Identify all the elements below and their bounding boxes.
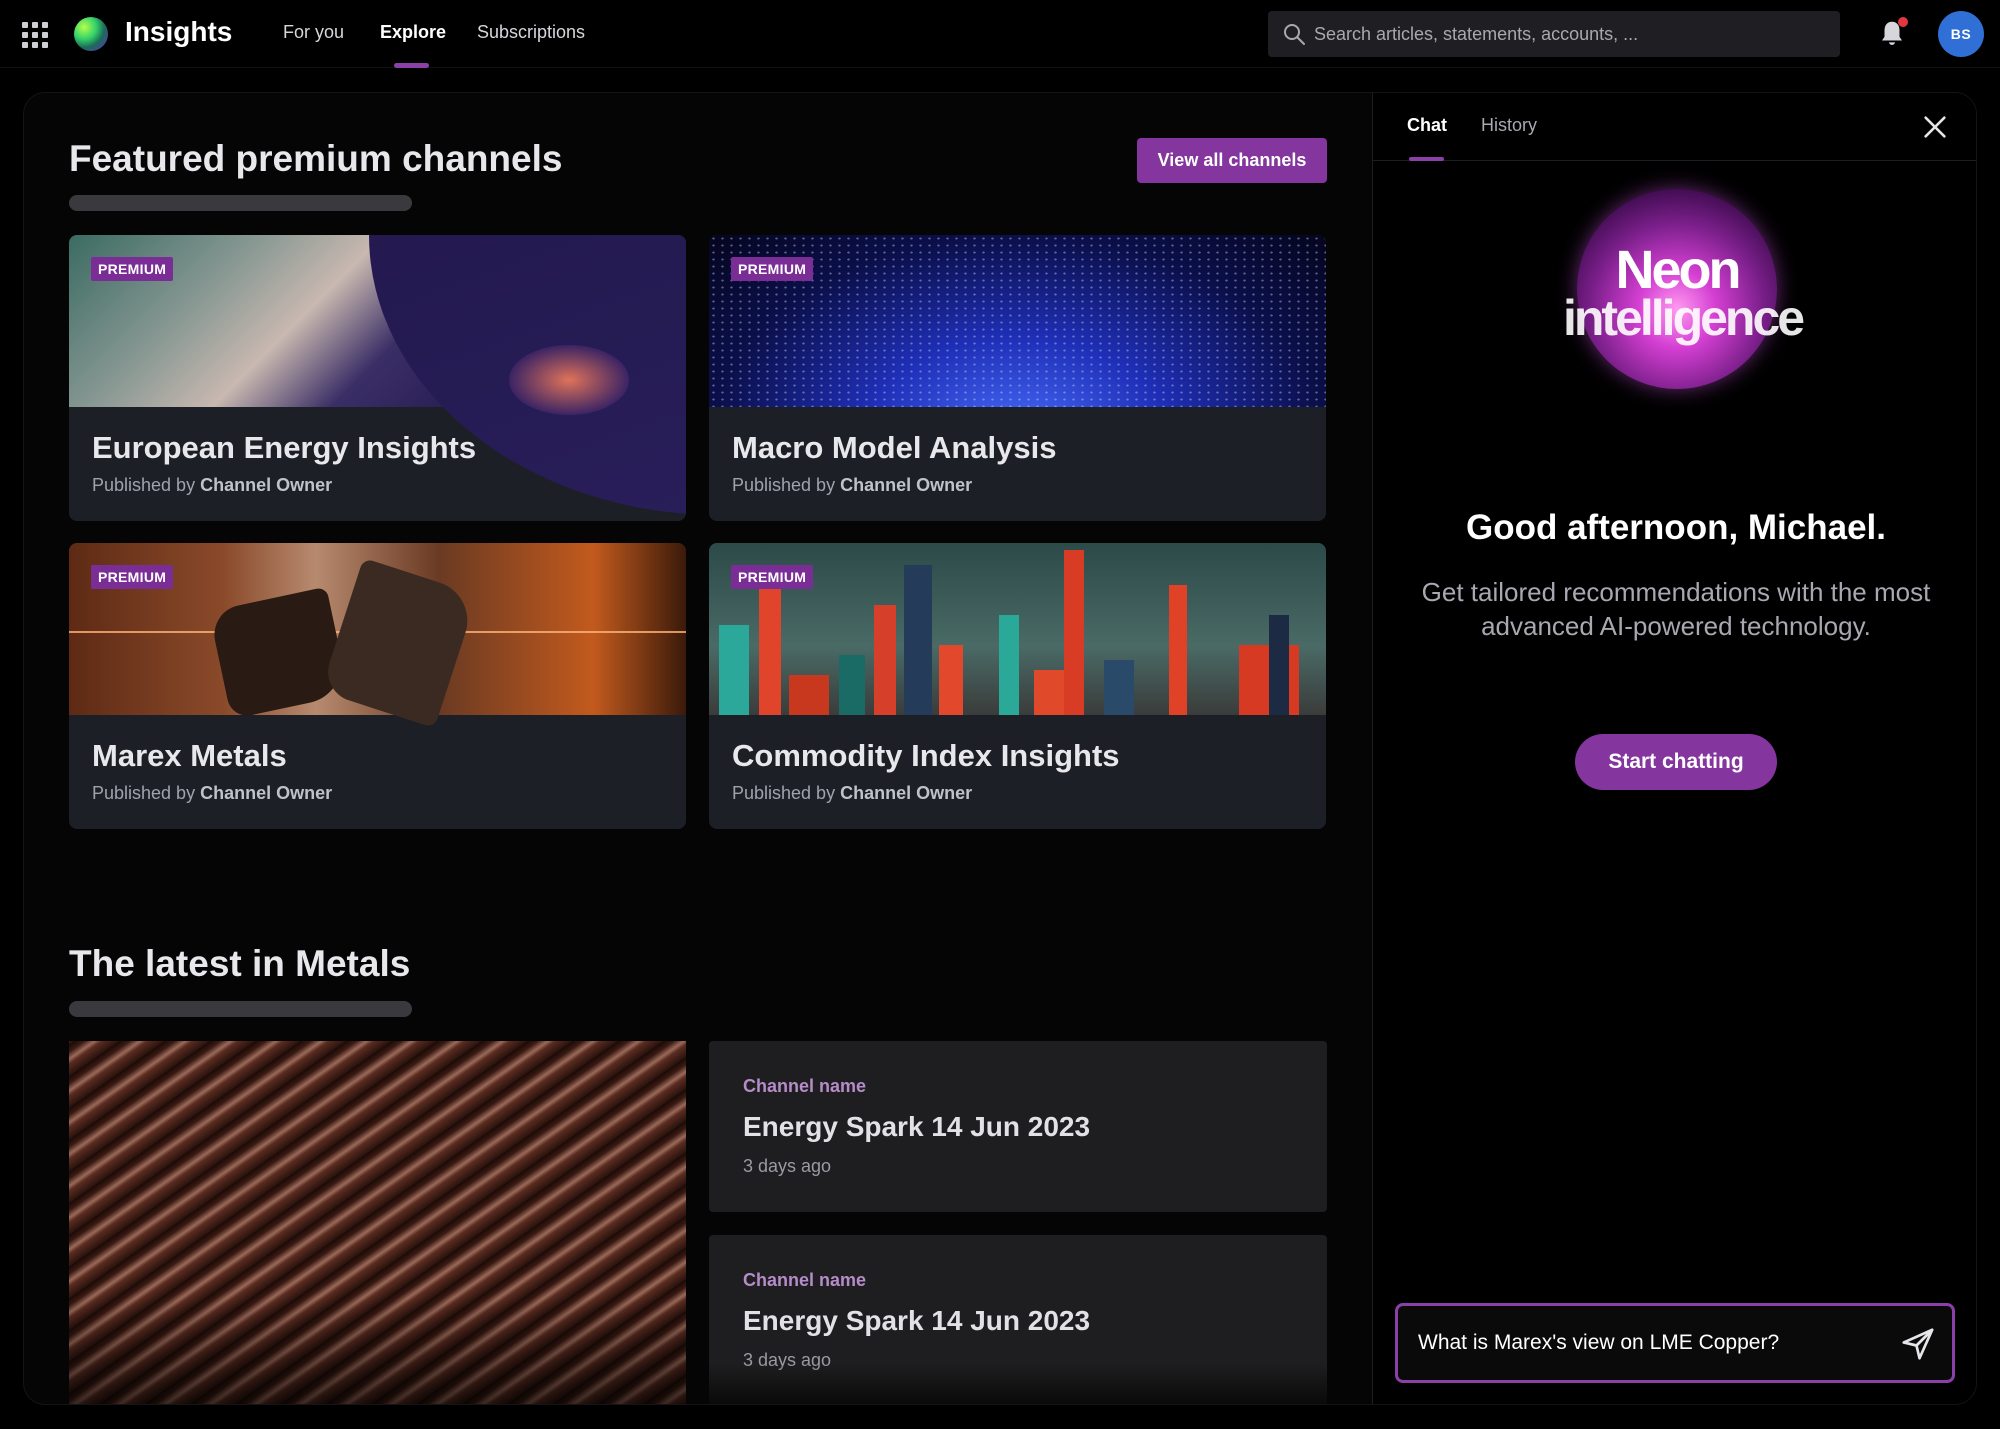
article-title[interactable]: Energy Spark 14 Jun 2023 (743, 1305, 1090, 1337)
app-grid-icon[interactable] (22, 22, 48, 48)
premium-badge: PREMIUM (91, 257, 174, 281)
user-avatar[interactable]: BS (1938, 11, 1984, 57)
notification-dot (1898, 17, 1908, 27)
channel-card-publisher: Published by Channel Owner (732, 783, 972, 804)
search-bar[interactable] (1268, 11, 1840, 57)
nav-tab-for-you[interactable]: For you (283, 22, 344, 68)
channel-card-marex-metals[interactable]: PREMIUM Marex Metals Published by Channe… (69, 543, 686, 829)
channel-card-publisher: Published by Channel Owner (92, 475, 332, 496)
search-icon (1284, 24, 1305, 45)
chat-tab-history[interactable]: History (1481, 115, 1537, 136)
explore-content: Featured premium channels View all chann… (24, 93, 1372, 1404)
premium-badge: PREMIUM (731, 565, 814, 589)
article-channel-name[interactable]: Channel name (743, 1076, 866, 1097)
article-title[interactable]: Energy Spark 14 Jun 2023 (743, 1111, 1090, 1143)
article-channel-name[interactable]: Channel name (743, 1270, 866, 1291)
channel-owner: Channel Owner (200, 783, 333, 803)
logo-text-line2: intelligence (1563, 290, 1805, 346)
search-input[interactable] (1314, 11, 1824, 57)
chat-input-box[interactable] (1395, 1303, 1955, 1383)
chat-panel: Chat History Neon intelligence Good afte… (1372, 93, 1976, 1404)
channel-card-title: Marex Metals (92, 738, 287, 773)
nav-active-indicator (394, 63, 429, 68)
article-card[interactable]: Channel name Energy Spark 14 Jun 2023 3 … (709, 1041, 1327, 1212)
featured-section-title: Featured premium channels (69, 138, 563, 179)
channel-card-european-energy[interactable]: PREMIUM European Energy Insights Publish… (69, 235, 686, 521)
channel-card-title: Macro Model Analysis (732, 430, 1057, 465)
published-by-label: Published by (92, 783, 196, 803)
published-by-label: Published by (732, 783, 836, 803)
latest-section-title: The latest in Metals (69, 943, 411, 984)
insights-logo-icon (74, 17, 108, 51)
top-bar: Insights For you Explore Subscriptions B… (0, 0, 2000, 68)
chat-tab-indicator (1409, 157, 1444, 161)
send-icon[interactable] (1900, 1326, 1936, 1362)
published-by-label: Published by (92, 475, 196, 495)
chat-input[interactable] (1418, 1306, 1888, 1380)
channel-card-commodity-index[interactable]: PREMIUM Commodity Index Insights Publish… (709, 543, 1326, 829)
start-chatting-button[interactable]: Start chatting (1575, 734, 1777, 790)
chat-tabs: Chat History (1373, 93, 1976, 161)
neon-intelligence-logo: Neon intelligence (1563, 189, 1805, 389)
channel-card-title: European Energy Insights (92, 430, 477, 465)
premium-badge: PREMIUM (91, 565, 174, 589)
channel-card-publisher: Published by Channel Owner (92, 783, 332, 804)
view-all-channels-button[interactable]: View all channels (1137, 138, 1327, 183)
close-icon[interactable] (1921, 113, 1949, 141)
chat-tagline: Get tailored recommendations with the mo… (1421, 577, 1931, 641)
channel-card-macro-model[interactable]: PREMIUM Macro Model Analysis Published b… (709, 235, 1326, 521)
article-timestamp: 3 days ago (743, 1156, 832, 1176)
main-panel: Featured premium channels View all chann… (23, 92, 1977, 1405)
channel-card-publisher: Published by Channel Owner (732, 475, 972, 496)
featured-section-bar (69, 195, 412, 211)
channel-card-title: Commodity Index Insights (732, 738, 1120, 773)
channel-owner: Channel Owner (840, 475, 973, 495)
nav-tab-subscriptions[interactable]: Subscriptions (477, 22, 585, 68)
latest-feature-image[interactable] (69, 1041, 686, 1404)
channel-owner: Channel Owner (200, 475, 333, 495)
chat-tab-chat[interactable]: Chat (1407, 115, 1447, 136)
channel-owner: Channel Owner (840, 783, 973, 803)
published-by-label: Published by (732, 475, 836, 495)
nav-tab-explore[interactable]: Explore (380, 22, 446, 68)
chat-greeting: Good afternoon, Michael. (1465, 508, 1887, 547)
scroll-fade (709, 1363, 1327, 1404)
premium-badge: PREMIUM (731, 257, 814, 281)
latest-section-bar (69, 1001, 412, 1017)
app-title: Insights (125, 16, 233, 47)
